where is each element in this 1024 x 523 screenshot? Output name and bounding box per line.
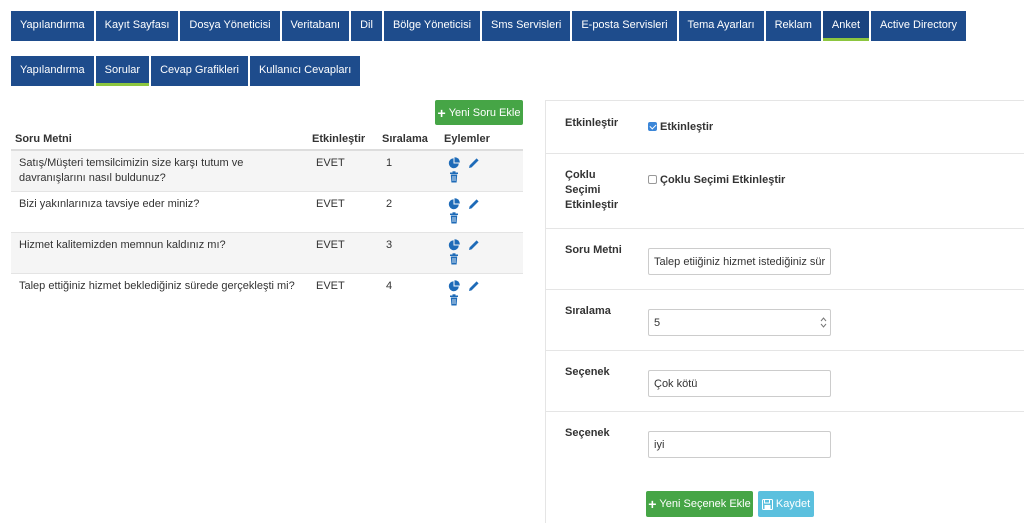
question-text-cell: Satış/Müşteri temsilcimizin size karşı t… <box>11 149 308 191</box>
enable-label: Etkinleştir <box>565 117 619 129</box>
header-order: Sıralama <box>378 128 440 151</box>
tab-9[interactable]: Reklam <box>765 11 821 41</box>
save-label: Kaydet <box>775 498 811 510</box>
delete-trash-icon[interactable] <box>448 293 460 306</box>
option2-label: Seçenek <box>565 427 610 439</box>
main-tab-bar: Yapılandırma Kayıt Sayfası Dosya Yöneticis… <box>11 11 968 41</box>
sub-tab-1[interactable]: Sorular <box>95 56 150 86</box>
chart-pie-icon[interactable] <box>448 157 460 169</box>
table-row: Bizi yakınlarınıza tavsiye eder miniz? EV… <box>11 190 523 232</box>
option2-row: Seçenek <box>546 412 1024 473</box>
table-row: Talep ettiğiniz hizmet beklediğiniz süre… <box>11 272 523 314</box>
tab-2[interactable]: Dosya Yöneticisi <box>180 11 280 41</box>
order-cell: 4 <box>378 272 440 314</box>
add-question-label: Yeni Soru Ekle <box>448 106 521 119</box>
tab-6[interactable]: Sms Servisleri <box>482 11 571 41</box>
tab-5[interactable]: Bölge Yöneticisi <box>383 11 481 41</box>
header-enabled: Etkinleştir <box>308 128 378 151</box>
option1-row: Seçenek <box>546 351 1024 412</box>
chart-pie-icon[interactable] <box>448 197 460 210</box>
sub-tab-3[interactable]: Kullanıcı Cevapları <box>249 56 361 86</box>
edit-pencil-icon[interactable] <box>468 157 480 169</box>
order-label: Sıralama <box>565 305 611 317</box>
actions-cell <box>440 272 523 314</box>
enabled-cell: EVET <box>308 231 378 273</box>
actions-cell <box>440 231 523 273</box>
sub-tab-2[interactable]: Cevap Grafikleri <box>151 56 248 86</box>
question-text-cell: Talep ettiğiniz hizmet beklediğiniz süre… <box>11 272 308 314</box>
add-option-label: Yeni Seçenek Ekle <box>659 498 751 510</box>
enabled-cell: EVET <box>308 190 378 232</box>
order-cell: 3 <box>378 231 440 273</box>
chart-pie-icon[interactable] <box>448 279 460 292</box>
enabled-cell: EVET <box>308 272 378 314</box>
enable-row: Etkinleştir Etkinleştir <box>546 101 1024 154</box>
delete-trash-icon[interactable] <box>448 211 460 224</box>
order-input[interactable] <box>648 309 831 336</box>
survey-sub-tab-bar: Yapılandırma Sorular Cevap Grafikleri Kulla… <box>11 56 362 86</box>
tab-8[interactable]: Tema Ayarları <box>678 11 764 41</box>
save-icon <box>761 498 773 510</box>
tab-4[interactable]: Dil <box>351 11 382 41</box>
table-row: Satış/Müşteri temsilcimizin size karşı t… <box>11 149 523 191</box>
multi-select-checkbox-label: Çoklu Seçimi Etkinleştir <box>660 174 786 186</box>
add-question-button[interactable]: + Yeni Soru Ekle <box>435 100 523 125</box>
tab-11[interactable]: Active Directory <box>871 11 967 41</box>
questions-table: Soru Metni Etkinleştir Sıralama Eylemler… <box>11 128 523 314</box>
plus-icon: + <box>437 104 446 121</box>
question-text-cell: Hizmet kalitemizden memnun kaldınız mı? <box>11 231 308 273</box>
edit-pencil-icon[interactable] <box>468 239 480 251</box>
tab-10[interactable]: Anket <box>822 11 870 41</box>
header-question-text: Soru Metni <box>11 128 308 151</box>
header-actions: Eylemler <box>440 128 523 151</box>
add-option-button[interactable]: + Yeni Seçenek Ekle <box>646 491 753 517</box>
edit-pencil-icon[interactable] <box>468 198 480 210</box>
question-text-label: Soru Metni <box>565 244 622 256</box>
actions-cell <box>440 190 523 232</box>
edit-pencil-icon[interactable] <box>468 280 480 292</box>
enable-checkbox[interactable] <box>648 122 657 131</box>
question-text-row: Soru Metni <box>546 229 1024 290</box>
stepper-arrows-icon[interactable] <box>820 317 827 328</box>
plus-icon: + <box>648 496 657 512</box>
question-text-cell: Bizi yakınlarınıza tavsiye eder miniz? <box>11 190 308 232</box>
option2-input[interactable] <box>648 431 831 458</box>
option1-input[interactable] <box>648 370 831 397</box>
tab-1[interactable]: Kayıt Sayfası <box>95 11 179 41</box>
multi-select-checkbox-wrap[interactable]: Çoklu Seçimi Etkinleştir <box>648 174 785 186</box>
question-text-input[interactable] <box>648 248 831 275</box>
multi-select-label: Çoklu Seçimi Etkinleştir <box>565 169 619 211</box>
order-cell: 2 <box>378 190 440 232</box>
order-row: Sıralama <box>546 290 1024 351</box>
enabled-cell: EVET <box>308 149 378 191</box>
tab-7[interactable]: E-posta Servisleri <box>572 11 677 41</box>
delete-trash-icon[interactable] <box>448 252 460 265</box>
enable-checkbox-label: Etkinleştir <box>660 121 714 133</box>
option1-label: Seçenek <box>565 366 610 378</box>
actions-cell <box>440 149 523 191</box>
multi-select-row: Çoklu Seçimi Etkinleştir Çoklu Seçimi Etki… <box>546 154 1024 229</box>
table-row: Hizmet kalitemizden memnun kaldınız mı? E… <box>11 231 523 273</box>
enable-checkbox-wrap[interactable]: Etkinleştir <box>648 121 713 133</box>
multi-select-checkbox[interactable] <box>648 175 657 184</box>
chart-pie-icon[interactable] <box>448 238 460 251</box>
tab-3[interactable]: Veritabanı <box>281 11 350 41</box>
order-cell: 1 <box>378 149 440 191</box>
delete-trash-icon[interactable] <box>448 171 460 183</box>
save-button[interactable]: Kaydet <box>758 491 814 517</box>
sub-tab-0[interactable]: Yapılandırma <box>11 56 94 86</box>
question-edit-panel: Etkinleştir Etkinleştir Çoklu Seçimi Etkin… <box>545 100 1024 523</box>
tab-0[interactable]: Yapılandırma <box>11 11 94 41</box>
